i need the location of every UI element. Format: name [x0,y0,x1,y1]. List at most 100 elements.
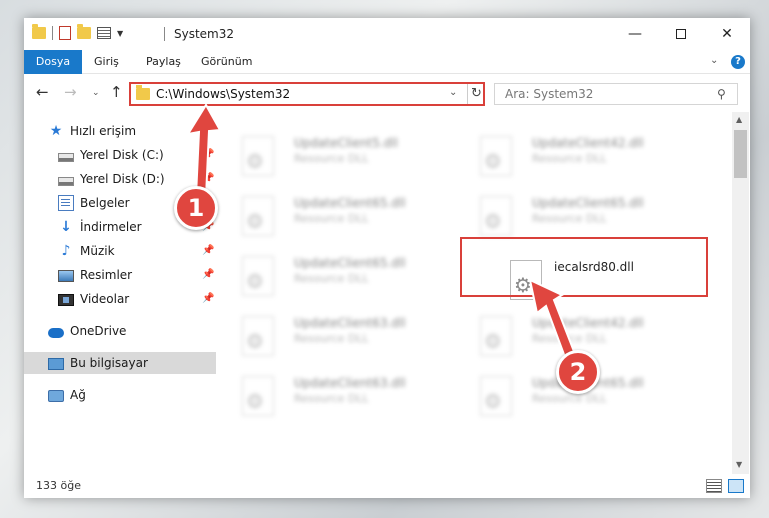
sidebar-item-videos[interactable]: Videolar 📌 [24,288,216,310]
properties-icon[interactable] [59,26,71,40]
recent-locations-icon[interactable]: ⌄ [92,88,100,98]
maximize-button[interactable] [658,18,704,50]
vertical-scrollbar[interactable]: ▲ ▼ [732,112,749,474]
details-view-icon[interactable] [706,479,722,493]
sidebar-item-label: Müzik [80,244,115,258]
ribbon-tabs: Dosya Giriş Paylaş Görünüm ⌄ ? [24,50,750,74]
scroll-up-icon[interactable]: ▲ [736,115,742,124]
customize-toolbar-icon[interactable]: ▼ [117,29,123,38]
dll-file-icon [242,376,274,416]
sidebar-item-label: Belgeler [80,196,130,210]
sidebar-item-label: Yerel Disk (C:) [80,148,164,162]
sidebar-item-label: Yerel Disk (D:) [80,172,165,186]
tab-home[interactable]: Giriş [82,50,131,74]
view-icon[interactable] [97,27,111,39]
dll-file-icon [480,316,512,356]
sidebar-item-this-pc[interactable]: Bu bilgisayar [24,352,216,374]
document-icon [58,195,74,211]
file-name: UpdateClient63.dll [294,376,406,390]
search-placeholder: Ara: System32 [505,87,594,101]
navigation-bar: ← → ⌄ ↑ C:\Windows\System32 ⌄ ↻ Ara: Sys… [24,74,750,112]
item-count: 133 öğe [36,479,81,492]
search-icon[interactable]: ⚲ [717,87,726,101]
tab-file[interactable]: Dosya [24,50,82,74]
list-item[interactable]: UpdateClient63.dll Resource DLL [222,310,452,362]
list-item[interactable]: UpdateClient63.dll Resource DLL [222,370,452,422]
tab-view[interactable]: Görünüm [189,50,264,74]
dll-file-icon [480,196,512,236]
file-name: UpdateClient42.dll [532,136,644,150]
video-icon [58,294,74,306]
sidebar-item-label: Videolar [80,292,130,306]
forward-arrow-icon[interactable]: → [64,83,77,101]
file-name: UpdateClient5.dll [294,136,398,150]
search-box[interactable]: Ara: System32 ⚲ [494,83,738,105]
cloud-icon [48,328,64,338]
back-arrow-icon[interactable]: ← [36,83,49,101]
list-item[interactable]: UpdateClient65.dll Resource DLL [222,250,452,302]
address-bar[interactable]: C:\Windows\System32 ⌄ ↻ [129,82,485,106]
drive-icon [58,176,74,186]
file-name: UpdateClient63.dll [294,316,406,330]
sidebar-item-local-disk-c[interactable]: Yerel Disk (C:) 📌 [24,144,216,166]
window-title: System32 [174,27,235,41]
sidebar-item-onedrive[interactable]: OneDrive [24,320,216,342]
sidebar-item-music[interactable]: ♪ Müzik 📌 [24,240,216,262]
address-path[interactable]: C:\Windows\System32 [156,87,290,101]
close-icon: ✕ [721,26,733,42]
file-description: Resource DLL [532,152,607,165]
quick-access-toolbar: ▼ [32,24,123,40]
list-item[interactable]: UpdateClient42.dll Resource DLL [460,130,690,182]
pin-icon: 📌 [202,149,215,160]
scroll-down-icon[interactable]: ▼ [736,460,742,469]
minimize-button[interactable]: — [612,18,658,50]
step-1-badge: 1 [174,186,218,230]
tab-share[interactable]: Paylaş [134,50,193,74]
status-bar: 133 öğe [24,474,750,498]
music-icon: ♪ [61,243,71,259]
star-icon: ★ [49,123,63,139]
sidebar-item-label: OneDrive [70,324,127,338]
sidebar-item-label: İndirmeler [80,220,142,234]
close-button[interactable]: ✕ [704,18,750,50]
up-arrow-icon[interactable]: ↑ [110,83,123,101]
step-2-badge: 2 [556,350,600,394]
file-name: UpdateClient65.dll [294,196,406,210]
sidebar-item-pictures[interactable]: Resimler 📌 [24,264,216,286]
help-icon[interactable]: ? [731,55,745,69]
scroll-thumb[interactable] [734,130,747,178]
list-item[interactable]: UpdateClient65.dll Resource DLL [460,190,690,242]
folder-icon [32,24,46,39]
dll-file-icon [242,316,274,356]
file-description: Resource DLL [532,332,607,345]
file-description: Resource DLL [532,212,607,225]
refresh-icon[interactable]: ↻ [467,84,485,104]
file-description: Resource DLL [532,392,607,405]
new-folder-icon[interactable] [77,24,91,39]
dll-file-icon [242,136,274,176]
large-icons-view-icon[interactable] [728,479,744,493]
navigation-pane: ★ Hızlı erişim Yerel Disk (C:) 📌 Yerel D… [24,118,216,474]
title-bar: ▼ System32 — ✕ [24,18,750,50]
target-file-highlight [460,237,708,297]
computer-icon [48,358,64,370]
pin-icon: 📌 [202,293,215,304]
list-item[interactable]: UpdateClient5.dll Resource DLL [222,130,452,182]
list-item[interactable]: UpdateClient65.dll Resource DLL [222,190,452,242]
file-description: Resource DLL [294,212,369,225]
file-name: UpdateClient42.dll [532,316,644,330]
file-name: UpdateClient65.dll [294,256,406,270]
address-dropdown-icon[interactable]: ⌄ [449,87,457,98]
sidebar-item-network[interactable]: Ağ [24,384,216,406]
pin-icon: 📌 [202,173,215,184]
network-icon [48,390,64,402]
file-description: Resource DLL [294,392,369,405]
dll-file-icon [480,376,512,416]
sidebar-item-label: Ağ [70,388,86,402]
download-icon: ↓ [60,219,72,235]
expand-ribbon-icon[interactable]: ⌄ [710,55,718,66]
toolbar-divider [52,26,53,40]
drive-icon [58,152,74,162]
sidebar-item-quick-access[interactable]: ★ Hızlı erişim [24,120,216,142]
file-description: Resource DLL [294,272,369,285]
